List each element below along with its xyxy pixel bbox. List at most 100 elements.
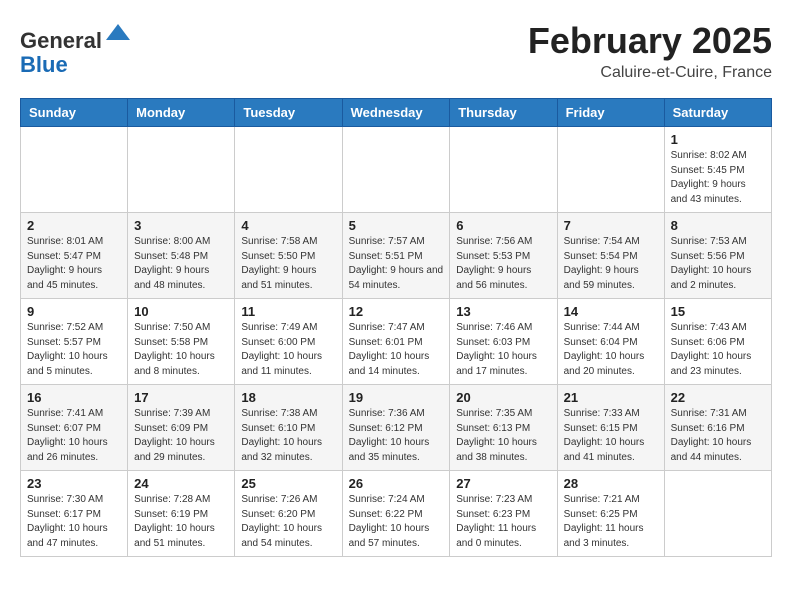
calendar-cell: 11 Sunrise: 7:49 AM Sunset: 6:00 PM Dayli…: [235, 299, 342, 385]
day-info: Sunrise: 7:47 AM Sunset: 6:01 PM Dayligh…: [349, 321, 444, 379]
calendar-cell: 12 Sunrise: 7:47 AM Sunset: 6:01 PM Dayli…: [342, 299, 450, 385]
day-info: Sunrise: 7:35 AM Sunset: 6:13 PM Dayligh…: [456, 407, 550, 465]
day-info: Sunrise: 8:02 AM Sunset: 5:45 PM Dayligh…: [671, 149, 765, 207]
day-info: Sunrise: 7:30 AM Sunset: 6:17 PM Dayligh…: [27, 493, 121, 551]
day-info: Sunrise: 7:28 AM Sunset: 6:19 PM Dayligh…: [134, 493, 228, 551]
day-info: Sunrise: 7:53 AM Sunset: 5:56 PM Dayligh…: [671, 235, 765, 293]
calendar-cell: [21, 127, 128, 213]
calendar-week-row: 1 Sunrise: 8:02 AM Sunset: 5:45 PM Daylig…: [21, 127, 772, 213]
day-info: Sunrise: 7:24 AM Sunset: 6:22 PM Dayligh…: [349, 493, 444, 551]
title-block: February 2025 Caluire-et-Cuire, France: [528, 20, 772, 82]
calendar-cell: 9Sunrise: 7:52 AM Sunset: 5:57 PM Daylig…: [21, 299, 128, 385]
day-info: Sunrise: 7:26 AM Sunset: 6:20 PM Dayligh…: [241, 493, 335, 551]
calendar-cell: 6 Sunrise: 7:56 AM Sunset: 5:53 PM Daylig…: [450, 213, 557, 299]
weekday-header-friday: Friday: [557, 99, 664, 127]
calendar-cell: 22 Sunrise: 7:31 AM Sunset: 6:16 PM Dayli…: [664, 385, 771, 471]
day-number: 15: [671, 304, 765, 319]
day-info: Sunrise: 7:54 AM Sunset: 5:54 PM Dayligh…: [564, 235, 658, 293]
day-number: 4: [241, 218, 335, 233]
day-number: 22: [671, 390, 765, 405]
day-info: Sunrise: 7:38 AM Sunset: 6:10 PM Dayligh…: [241, 407, 335, 465]
weekday-header-tuesday: Tuesday: [235, 99, 342, 127]
calendar-cell: 7 Sunrise: 7:54 AM Sunset: 5:54 PM Daylig…: [557, 213, 664, 299]
calendar-cell: 19 Sunrise: 7:36 AM Sunset: 6:12 PM Dayli…: [342, 385, 450, 471]
calendar-cell: 2Sunrise: 8:01 AM Sunset: 5:47 PM Daylig…: [21, 213, 128, 299]
calendar-cell: [128, 127, 235, 213]
calendar-cell: [664, 471, 771, 557]
day-info: Sunrise: 7:43 AM Sunset: 6:06 PM Dayligh…: [671, 321, 765, 379]
calendar-table: SundayMondayTuesdayWednesdayThursdayFrid…: [20, 98, 772, 557]
calendar-cell: 25 Sunrise: 7:26 AM Sunset: 6:20 PM Dayli…: [235, 471, 342, 557]
day-info: Sunrise: 7:21 AM Sunset: 6:25 PM Dayligh…: [564, 493, 658, 551]
day-info: Sunrise: 7:58 AM Sunset: 5:50 PM Dayligh…: [241, 235, 335, 293]
day-info: Sunrise: 8:00 AM Sunset: 5:48 PM Dayligh…: [134, 235, 228, 293]
day-number: 28: [564, 476, 658, 491]
month-year: February 2025: [528, 20, 772, 62]
calendar-cell: 5 Sunrise: 7:57 AM Sunset: 5:51 PM Daylig…: [342, 213, 450, 299]
day-number: 23: [27, 476, 121, 491]
day-info: Sunrise: 7:50 AM Sunset: 5:58 PM Dayligh…: [134, 321, 228, 379]
weekday-header-thursday: Thursday: [450, 99, 557, 127]
day-number: 1: [671, 132, 765, 147]
calendar-cell: [235, 127, 342, 213]
calendar-cell: 4 Sunrise: 7:58 AM Sunset: 5:50 PM Daylig…: [235, 213, 342, 299]
logo-general-text: General: [20, 28, 102, 53]
calendar-cell: 27 Sunrise: 7:23 AM Sunset: 6:23 PM Dayli…: [450, 471, 557, 557]
page-header: General Blue February 2025 Caluire-et-Cu…: [20, 20, 772, 82]
calendar-cell: 18Sunrise: 7:38 AM Sunset: 6:10 PM Dayli…: [235, 385, 342, 471]
day-info: Sunrise: 7:23 AM Sunset: 6:23 PM Dayligh…: [456, 493, 550, 551]
day-info: Sunrise: 7:56 AM Sunset: 5:53 PM Dayligh…: [456, 235, 550, 293]
day-info: Sunrise: 7:52 AM Sunset: 5:57 PM Dayligh…: [27, 321, 121, 379]
day-number: 3: [134, 218, 228, 233]
calendar-cell: 24 Sunrise: 7:28 AM Sunset: 6:19 PM Dayli…: [128, 471, 235, 557]
calendar-cell: 13Sunrise: 7:46 AM Sunset: 6:03 PM Dayli…: [450, 299, 557, 385]
day-number: 10: [134, 304, 228, 319]
calendar-header-row: SundayMondayTuesdayWednesdayThursdayFrid…: [21, 99, 772, 127]
calendar-cell: 10 Sunrise: 7:50 AM Sunset: 5:58 PM Dayli…: [128, 299, 235, 385]
day-info: Sunrise: 7:49 AM Sunset: 6:00 PM Dayligh…: [241, 321, 335, 379]
day-info: Sunrise: 7:57 AM Sunset: 5:51 PM Dayligh…: [349, 235, 444, 293]
weekday-header-wednesday: Wednesday: [342, 99, 450, 127]
day-number: 7: [564, 218, 658, 233]
calendar-cell: 3 Sunrise: 8:00 AM Sunset: 5:48 PM Daylig…: [128, 213, 235, 299]
calendar-cell: 20 Sunrise: 7:35 AM Sunset: 6:13 PM Dayli…: [450, 385, 557, 471]
weekday-header-sunday: Sunday: [21, 99, 128, 127]
day-number: 13: [456, 304, 550, 319]
calendar-cell: [557, 127, 664, 213]
day-number: 6: [456, 218, 550, 233]
day-info: Sunrise: 7:36 AM Sunset: 6:12 PM Dayligh…: [349, 407, 444, 465]
logo-blue-text: Blue: [20, 52, 68, 77]
calendar-cell: 14 Sunrise: 7:44 AM Sunset: 6:04 PM Dayli…: [557, 299, 664, 385]
calendar-cell: 23 Sunrise: 7:30 AM Sunset: 6:17 PM Dayli…: [21, 471, 128, 557]
calendar-cell: 15 Sunrise: 7:43 AM Sunset: 6:06 PM Dayli…: [664, 299, 771, 385]
day-number: 24: [134, 476, 228, 491]
calendar-cell: 8Sunrise: 7:53 AM Sunset: 5:56 PM Daylig…: [664, 213, 771, 299]
calendar-week-row: 23 Sunrise: 7:30 AM Sunset: 6:17 PM Dayli…: [21, 471, 772, 557]
day-number: 11: [241, 304, 335, 319]
calendar-week-row: 2Sunrise: 8:01 AM Sunset: 5:47 PM Daylig…: [21, 213, 772, 299]
calendar-cell: [450, 127, 557, 213]
day-number: 17: [134, 390, 228, 405]
day-number: 21: [564, 390, 658, 405]
day-number: 12: [349, 304, 444, 319]
day-info: Sunrise: 7:31 AM Sunset: 6:16 PM Dayligh…: [671, 407, 765, 465]
day-number: 2: [27, 218, 121, 233]
location: Caluire-et-Cuire, France: [528, 64, 772, 82]
day-number: 27: [456, 476, 550, 491]
day-number: 20: [456, 390, 550, 405]
calendar-cell: [342, 127, 450, 213]
calendar-week-row: 9Sunrise: 7:52 AM Sunset: 5:57 PM Daylig…: [21, 299, 772, 385]
calendar-cell: 1 Sunrise: 8:02 AM Sunset: 5:45 PM Daylig…: [664, 127, 771, 213]
day-number: 5: [349, 218, 444, 233]
calendar-cell: 21Sunrise: 7:33 AM Sunset: 6:15 PM Dayli…: [557, 385, 664, 471]
calendar-cell: 17 Sunrise: 7:39 AM Sunset: 6:09 PM Dayli…: [128, 385, 235, 471]
day-info: Sunrise: 7:39 AM Sunset: 6:09 PM Dayligh…: [134, 407, 228, 465]
day-number: 19: [349, 390, 444, 405]
day-number: 25: [241, 476, 335, 491]
weekday-header-monday: Monday: [128, 99, 235, 127]
day-info: Sunrise: 7:44 AM Sunset: 6:04 PM Dayligh…: [564, 321, 658, 379]
logo: General Blue: [20, 20, 132, 77]
day-number: 14: [564, 304, 658, 319]
calendar-cell: 28 Sunrise: 7:21 AM Sunset: 6:25 PM Dayli…: [557, 471, 664, 557]
logo-icon: [104, 20, 132, 48]
